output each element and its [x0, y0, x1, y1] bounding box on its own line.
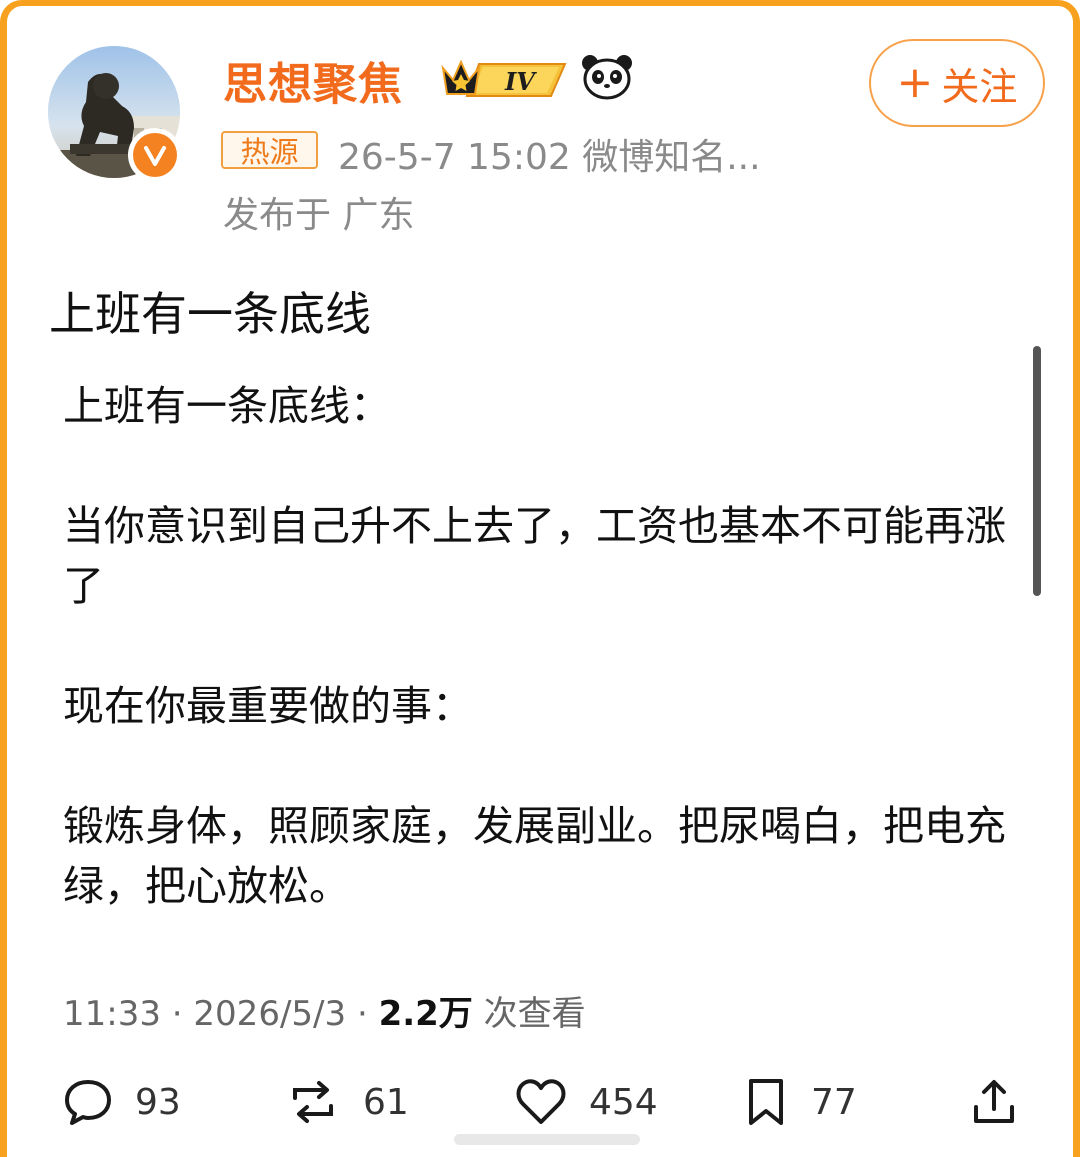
comment-count: 93	[135, 1081, 181, 1123]
follow-button[interactable]: + 关注	[869, 39, 1045, 127]
comment-icon	[65, 1080, 111, 1125]
verified-badge-icon	[128, 128, 182, 182]
share-button[interactable]	[969, 1072, 1019, 1132]
scrollbar[interactable]	[1033, 346, 1041, 596]
post-meta: 26-5-7 15:02 微博知名...	[338, 137, 761, 178]
vip-level-text: IV	[504, 67, 537, 96]
panda-icon	[582, 55, 632, 100]
post-title: 上班有一条底线	[49, 287, 371, 341]
comment-button[interactable]: 93	[63, 1072, 181, 1132]
username[interactable]: 思想聚焦	[223, 48, 403, 112]
post-location: 发布于 广东	[223, 195, 415, 236]
like-button[interactable]: 454	[515, 1072, 658, 1132]
share-icon	[974, 1080, 1014, 1123]
post-paragraph: 现在你最重要做的事：	[63, 682, 473, 730]
post-card: 思想聚焦 IV + 关注 热源 26-5-7 15:02 微博知名... 发布于…	[0, 0, 1080, 1157]
post-date: 2026/5/3	[193, 994, 347, 1034]
post-time: 11:33	[63, 994, 161, 1034]
vip-level-badge-icon: IV	[441, 59, 567, 97]
repost-count: 61	[363, 1081, 409, 1123]
post-body: 上班有一条底线： 当你意识到自己升不上去了，工资也基本不可能再涨了 现在你最重要…	[63, 376, 1029, 916]
post-paragraph: 上班有一条底线：	[63, 382, 391, 430]
plus-icon: +	[896, 57, 934, 108]
post-paragraph: 当你意识到自己升不上去了，工资也基本不可能再涨了	[63, 502, 1006, 610]
post-paragraph: 锻炼身体，照顾家庭，发展副业。把尿喝白，把电充绿，把心放松。	[63, 802, 1006, 910]
follow-label: 关注	[941, 64, 1018, 109]
bookmark-count: 77	[811, 1081, 857, 1123]
repost-icon	[293, 1081, 333, 1123]
heart-icon	[516, 1079, 566, 1124]
like-count: 454	[589, 1081, 658, 1123]
home-indicator	[454, 1134, 640, 1145]
bookmark-button[interactable]: 77	[743, 1072, 857, 1132]
hot-source-badge: 热源	[221, 131, 318, 169]
view-count-suffix: 次查看	[483, 994, 586, 1034]
view-count: 2.2万	[378, 994, 473, 1034]
repost-button[interactable]: 61	[285, 1072, 409, 1132]
bookmark-icon	[749, 1079, 783, 1125]
post-stats: 11:33 · 2026/5/3 · 2.2万 次查看	[63, 994, 586, 1034]
